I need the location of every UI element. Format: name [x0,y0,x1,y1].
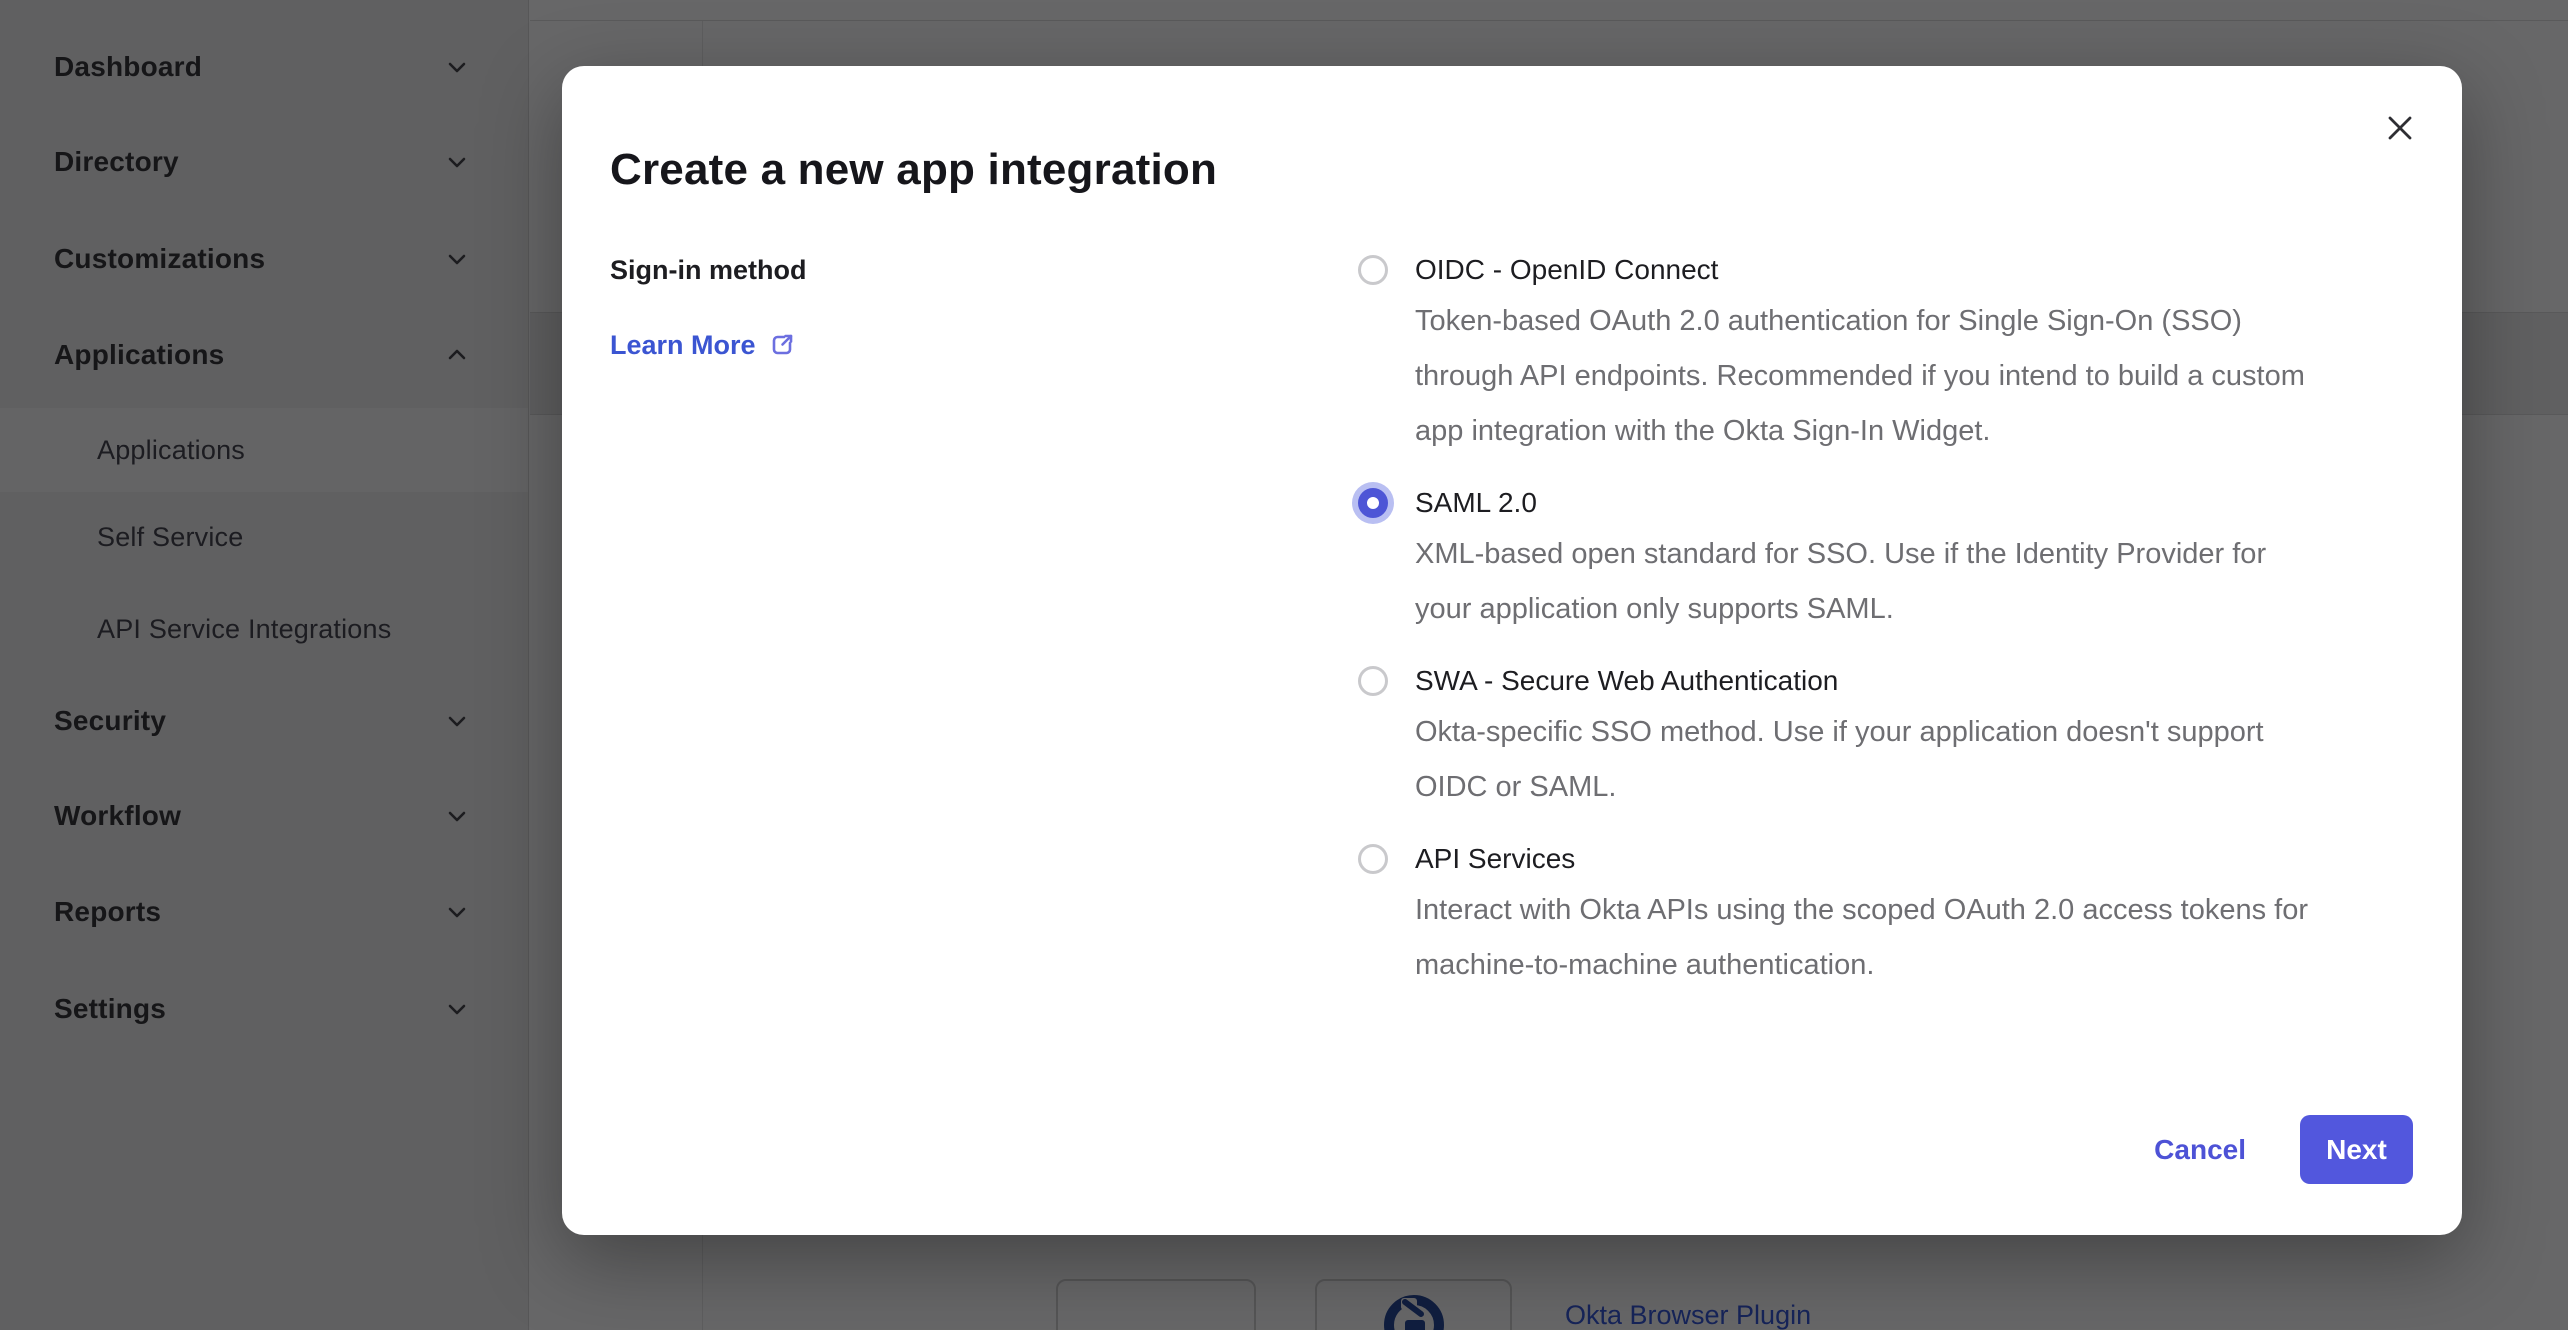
sign-in-method-options: OIDC - OpenID Connect Token-based OAuth … [1358,252,2438,1019]
close-icon [2383,111,2417,145]
create-app-integration-modal: Create a new app integration Sign-in met… [562,66,2462,1235]
learn-more-label: Learn More [610,330,756,361]
modal-footer: Cancel Next [2154,1115,2413,1184]
cancel-button[interactable]: Cancel [2154,1134,2246,1166]
option-description: Token-based OAuth 2.0 authentication for… [1415,294,2438,459]
radio-button-selected[interactable] [1358,488,1388,518]
next-button[interactable]: Next [2300,1115,2413,1184]
option-label: OIDC - OpenID Connect [1415,254,1718,286]
sign-in-method-label: Sign-in method [610,252,806,288]
learn-more-link[interactable]: Learn More [610,324,796,366]
option-swa-radio-row[interactable]: SWA - Secure Web Authentication [1358,663,2438,699]
option-oidc: OIDC - OpenID Connect Token-based OAuth … [1358,252,2438,459]
option-label: SWA - Secure Web Authentication [1415,665,1838,697]
okta-admin-page: Dashboard Directory Customizations Appli… [0,0,2568,1330]
radio-button-unselected[interactable] [1358,255,1388,285]
option-label: API Services [1415,843,1575,875]
radio-button-unselected[interactable] [1358,844,1388,874]
option-label: SAML 2.0 [1415,487,1537,519]
modal-title: Create a new app integration [610,146,1217,194]
option-description: Okta-specific SSO method. Use if your ap… [1415,705,2438,815]
option-description: XML-based open standard for SSO. Use if … [1415,527,2438,637]
radio-button-unselected[interactable] [1358,666,1388,696]
option-api-services-radio-row[interactable]: API Services [1358,841,2438,877]
external-link-icon [768,331,796,359]
option-description: Interact with Okta APIs using the scoped… [1415,883,2438,993]
option-oidc-radio-row[interactable]: OIDC - OpenID Connect [1358,252,2438,288]
option-saml-radio-row[interactable]: SAML 2.0 [1358,485,2438,521]
option-swa: SWA - Secure Web Authentication Okta-spe… [1358,663,2438,815]
option-api-services: API Services Interact with Okta APIs usi… [1358,841,2438,993]
close-button[interactable] [2380,108,2420,148]
option-saml: SAML 2.0 XML-based open standard for SSO… [1358,485,2438,637]
